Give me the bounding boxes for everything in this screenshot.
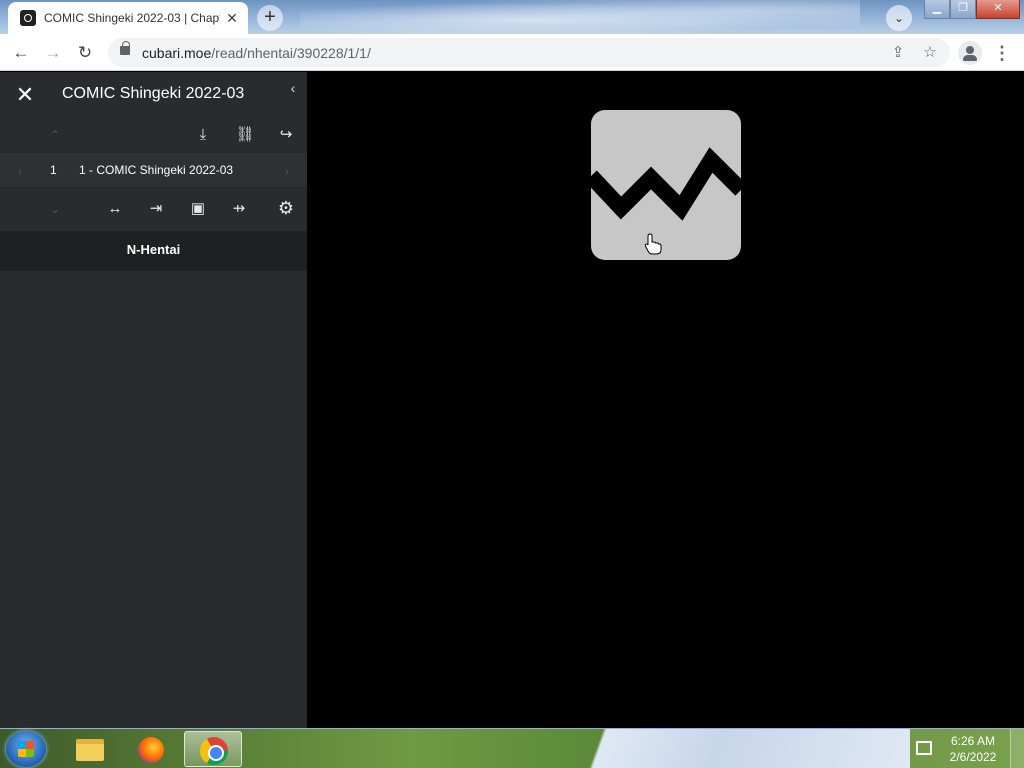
chrome-icon <box>200 737 228 765</box>
close-reader-icon[interactable]: ✕ <box>12 82 38 108</box>
reading-direction-icon[interactable]: ⇥ <box>146 199 166 219</box>
share-chapter-icon[interactable]: ↪ <box>276 125 296 145</box>
download-icon[interactable]: ⤓ <box>193 125 213 145</box>
browser-menu-button[interactable]: ⋮ <box>992 40 1012 66</box>
series-title: COMIC Shingeki 2022-03 <box>62 85 245 102</box>
window-controls: ▁ ❐ ✕ <box>924 0 1020 19</box>
broken-image-icon[interactable] <box>591 110 741 260</box>
reader-sidebar: ✕ COMIC Shingeki 2022-03 ‹ ⌃ ⤓ ⛓ ↪ ‹ 1 1… <box>0 72 307 728</box>
desktop-wallpaper-art <box>590 729 910 768</box>
taskbar-explorer[interactable] <box>60 731 118 767</box>
url-text[interactable]: cubari.moe/read/nhentai/390228/1/1/ <box>142 45 371 61</box>
minimize-button[interactable]: ▁ <box>924 0 950 19</box>
windows-taskbar: 6:26 AM 2/6/2022 <box>0 728 1024 768</box>
chapter-number: 1 <box>50 163 57 177</box>
back-button[interactable]: ← <box>8 40 34 66</box>
forward-button[interactable]: → <box>40 40 66 66</box>
bookmark-star-icon[interactable]: ☆ <box>920 43 940 63</box>
reload-button[interactable]: ↻ <box>72 40 98 66</box>
new-tab-button[interactable]: + <box>257 5 283 31</box>
clock-time: 6:26 AM <box>950 734 996 748</box>
page-layout-icon[interactable]: ⇸ <box>229 199 249 219</box>
network-icon[interactable] <box>916 741 932 755</box>
site-favicon-icon <box>20 10 36 26</box>
hand-cursor-icon <box>644 233 662 255</box>
browser-tab[interactable]: COMIC Shingeki 2022-03 | Chapt ✕ <box>8 2 248 34</box>
reader-settings-row: ⌄ ↔ ⇥ ▣ ⇸ ⚙ <box>0 188 307 230</box>
next-volume-icon[interactable]: ⌄ <box>45 199 65 219</box>
taskbar-firefox[interactable] <box>122 731 180 767</box>
collapse-sidebar-icon[interactable]: ‹ <box>285 80 301 96</box>
profile-avatar-icon[interactable] <box>958 41 982 65</box>
folder-icon <box>76 739 104 761</box>
previous-chapter-icon[interactable]: ‹ <box>10 161 30 181</box>
share-icon[interactable]: ⇪ <box>888 43 908 63</box>
browser-titlebar: COMIC Shingeki 2022-03 | Chapt ✕ + ⌄ ▁ ❐… <box>0 0 1024 34</box>
fit-width-icon[interactable]: ↔ <box>105 199 125 219</box>
tab-title: COMIC Shingeki 2022-03 | Chapt <box>44 11 220 25</box>
lock-icon[interactable] <box>120 41 130 55</box>
chapter-selector[interactable]: ‹ 1 1 - COMIC Shingeki 2022-03 › <box>0 152 307 188</box>
taskbar-chrome[interactable] <box>184 731 242 767</box>
close-window-button[interactable]: ✕ <box>976 0 1020 19</box>
desktop-wallpaper <box>300 0 860 34</box>
url-path: /read/nhentai/390228/1/1/ <box>211 45 371 61</box>
image-mode-icon[interactable]: ▣ <box>188 199 208 219</box>
next-chapter-icon[interactable]: › <box>277 161 297 181</box>
scanlation-group-label[interactable]: N-Hentai <box>0 242 307 257</box>
address-bar[interactable]: cubari.moe/read/nhentai/390228/1/1/ ⇪ ☆ <box>108 38 950 67</box>
firefox-icon <box>138 737 164 763</box>
previous-volume-icon[interactable]: ⌃ <box>45 125 65 145</box>
sidebar-header: ✕ COMIC Shingeki 2022-03 ‹ <box>0 72 307 118</box>
reader-page-area[interactable] <box>307 72 1024 728</box>
start-button[interactable] <box>6 731 46 767</box>
group-row[interactable]: N-Hentai <box>0 231 307 271</box>
link-icon[interactable]: ⛓ <box>235 125 255 145</box>
chapter-title[interactable]: 1 - COMIC Shingeki 2022-03 <box>79 163 233 177</box>
clock-date: 2/6/2022 <box>949 750 997 764</box>
sidebar-actions-row: ⌃ ⤓ ⛓ ↪ <box>0 118 307 152</box>
maximize-button[interactable]: ❐ <box>950 0 976 19</box>
show-desktop-button[interactable] <box>1010 729 1024 768</box>
system-clock[interactable]: 6:26 AM 2/6/2022 <box>944 733 1002 765</box>
tab-search-button[interactable]: ⌄ <box>886 5 912 31</box>
tab-close-icon[interactable]: ✕ <box>224 10 240 27</box>
browser-toolbar: ← → ↻ cubari.moe/read/nhentai/390228/1/1… <box>0 34 1024 71</box>
screen: COMIC Shingeki 2022-03 | Chapt ✕ + ⌄ ▁ ❐… <box>0 0 1024 768</box>
url-host: cubari.moe <box>142 45 212 61</box>
settings-gear-icon[interactable]: ⚙ <box>276 198 296 218</box>
